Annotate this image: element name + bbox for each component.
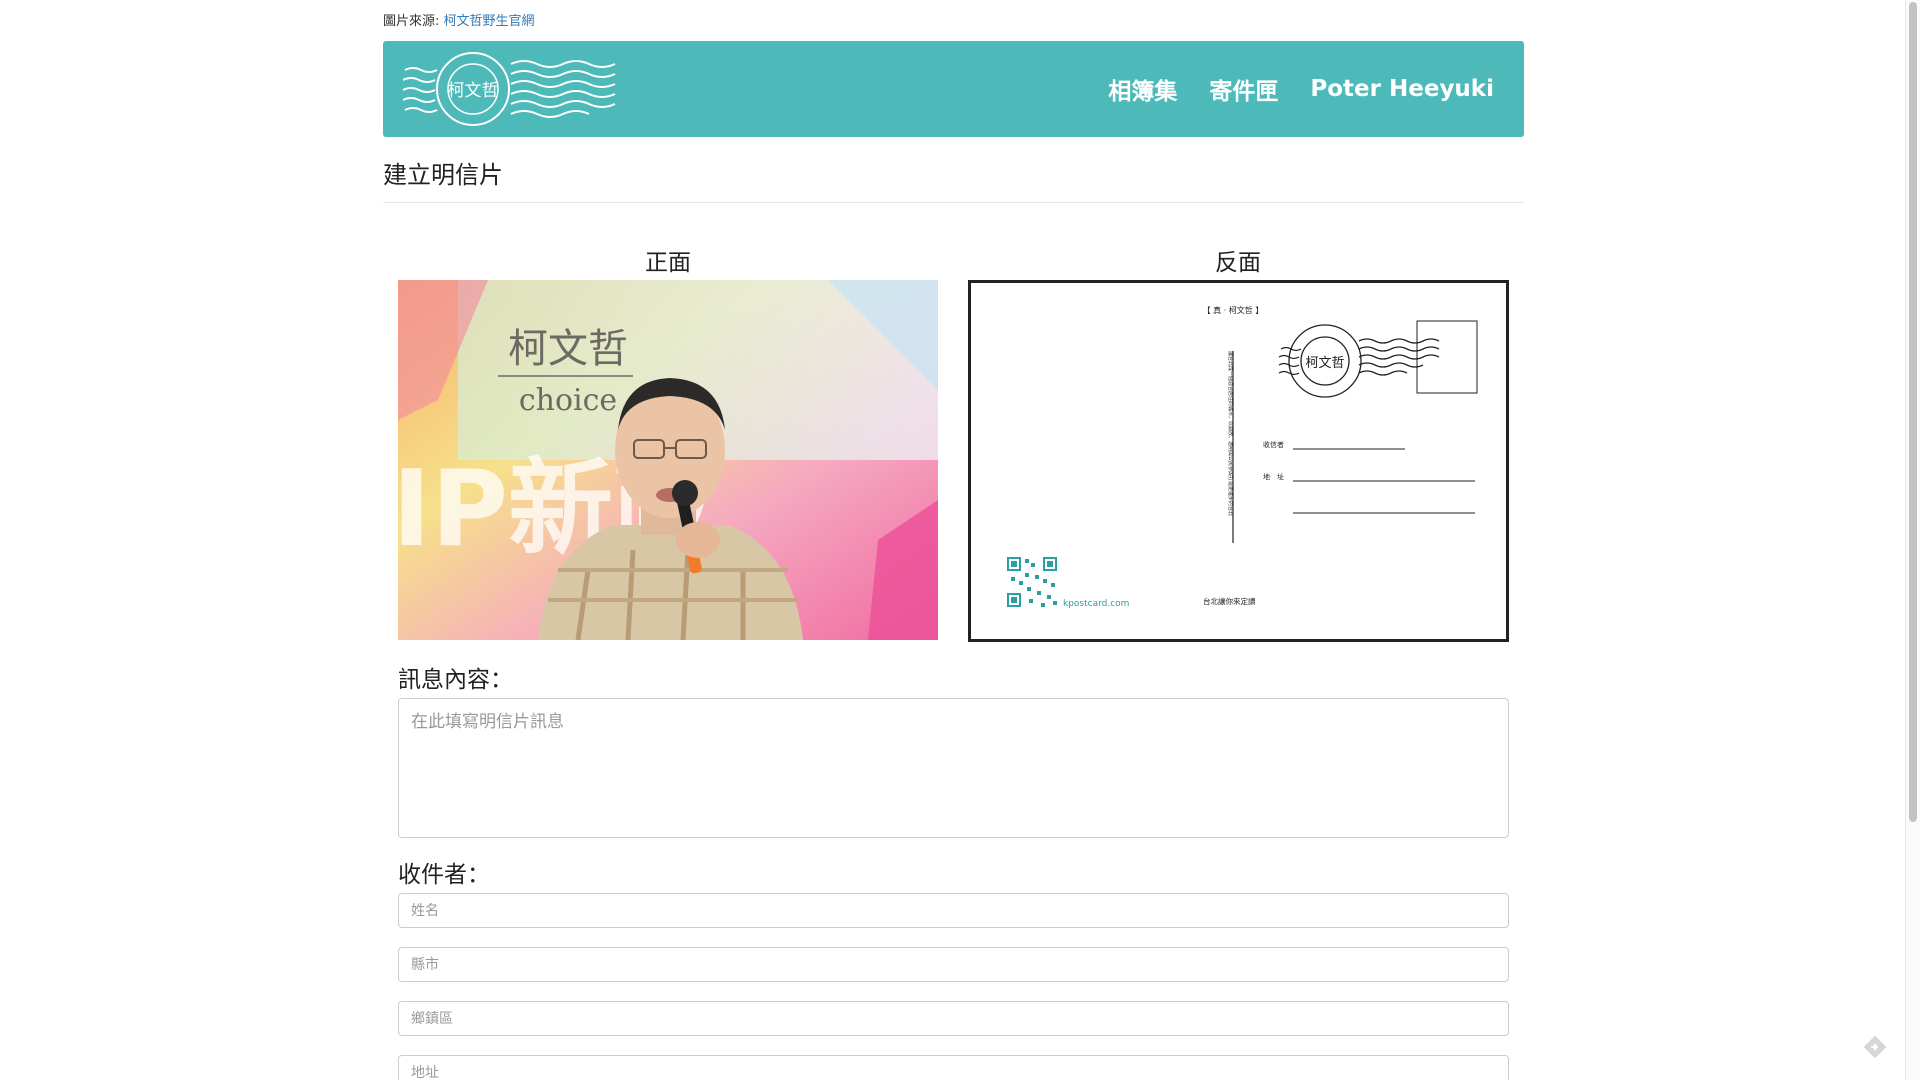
back-label: 反面	[1215, 250, 1261, 276]
back-site: kpostcard.com	[1063, 599, 1129, 609]
credit-link[interactable]: 柯文哲野生官網	[444, 14, 535, 29]
nav-link-outbox[interactable]: 寄件匣	[1209, 72, 1278, 106]
scrollbar-thumb[interactable]	[1909, 2, 1917, 822]
logo-text: 柯文哲	[448, 81, 499, 101]
nav-link-user[interactable]: Poter Heeyuki	[1310, 76, 1494, 102]
nav-link-albums[interactable]: 相簿集	[1108, 72, 1177, 106]
postmark-logo[interactable]: 柯文哲	[403, 42, 625, 136]
back-stamp-text: 柯文哲	[1305, 356, 1344, 371]
recipient-label: 收件者：	[398, 862, 490, 888]
back-header: 【 真 · 柯文哲 】	[1203, 305, 1264, 315]
front-label: 正面	[645, 250, 691, 276]
recipient-district-input[interactable]	[398, 1001, 1509, 1036]
page-title: 建立明信片	[383, 161, 503, 189]
back-recipient-label: 收信者	[1263, 440, 1284, 449]
divider	[383, 202, 1524, 203]
credit-prefix: 圖片來源:	[383, 14, 440, 29]
back-address-label: 地 址	[1263, 472, 1284, 481]
navbar: 柯文哲 相簿集 寄件匣 Poter Heeyuki	[383, 41, 1524, 137]
message-label: 訊息內容：	[398, 667, 513, 693]
recipient-name-input[interactable]	[398, 893, 1509, 928]
front-sign-line1: 柯文哲	[508, 326, 628, 372]
back-slogan: 台北讓你來定讀	[1203, 596, 1256, 606]
recipient-city-input[interactable]	[398, 947, 1509, 982]
image-credit: 圖片來源: 柯文哲野生官網	[383, 10, 535, 29]
message-textarea[interactable]	[398, 698, 1509, 838]
front-sign-line2: choice	[519, 383, 617, 418]
postcard-front-image[interactable]: 柯文哲 choice IP新政	[398, 280, 938, 640]
recipient-address-input[interactable]	[398, 1055, 1509, 1080]
nav-links: 相簿集 寄件匣 Poter Heeyuki	[1108, 41, 1494, 137]
qr-code-icon	[1007, 557, 1057, 607]
diamond-arrow-icon[interactable]	[1862, 1034, 1888, 1060]
vertical-scrollbar[interactable]	[1905, 0, 1920, 1080]
postcard-back-image[interactable]: 【 真 · 柯文哲 】 柯文哲 讓台北成一個適合居住的城市，以開放、透明與公民參…	[968, 280, 1509, 642]
